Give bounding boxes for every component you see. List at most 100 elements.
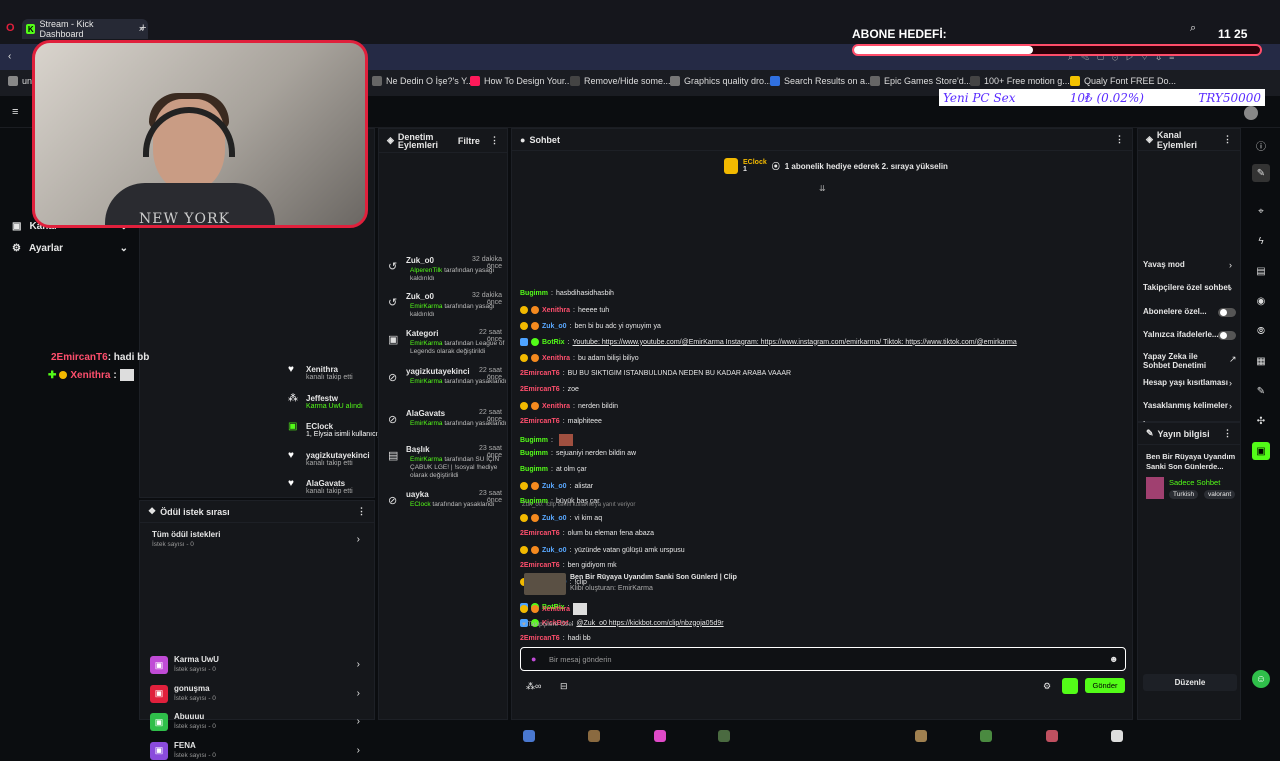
- bookmark-icon: [670, 76, 680, 86]
- chat-username[interactable]: 2EmircanT6: [520, 635, 560, 642]
- support-icon[interactable]: ☺: [1252, 670, 1270, 688]
- bookmark-item[interactable]: How To Design Your...: [470, 76, 572, 86]
- settings-icon[interactable]: ⚙: [1043, 681, 1051, 692]
- chat-username[interactable]: 2EmircanT6: [520, 562, 560, 569]
- reward-item[interactable]: ▣ gonuşma İstek sayısı - 0 ›: [150, 682, 362, 704]
- chat-username[interactable]: Zuk_o0: [542, 483, 567, 490]
- menu-icon[interactable]: ≡: [12, 106, 18, 118]
- channel-action-item[interactable]: Yavaş mod: [1143, 260, 1235, 269]
- bookmark-item[interactable]: Qualy Font FREE Do...: [1070, 76, 1176, 86]
- calendar-icon[interactable]: ▦: [1252, 352, 1270, 370]
- chat-username[interactable]: 2EmircanT6: [520, 418, 560, 425]
- emote-button[interactable]: [980, 730, 992, 742]
- filter-button[interactable]: Filtre: [458, 136, 480, 146]
- emoji-icon[interactable]: ☻: [1109, 654, 1118, 664]
- bookmark-item[interactable]: Search Results on a...: [770, 76, 873, 86]
- wrench-icon[interactable]: ✎: [1252, 382, 1270, 400]
- tag[interactable]: valorant: [1204, 490, 1236, 499]
- reward-item[interactable]: ▣ Abuuuu İstek sayısı - 0 ›: [150, 710, 362, 732]
- back-icon[interactable]: ‹: [8, 51, 11, 62]
- chat-text[interactable]: Youtube: https://www.youtube.com/@EmirKa…: [573, 339, 1017, 346]
- chat-username[interactable]: Xenithra: [542, 403, 570, 410]
- broadcast-icon[interactable]: ⦾: [1252, 322, 1270, 340]
- stream-category[interactable]: Sadece Sohbet: [1169, 478, 1220, 487]
- bookmark-item[interactable]: Ne Dedin O İşe?'s Y...: [372, 76, 473, 86]
- kick-app-icon[interactable]: ▣: [1252, 442, 1270, 460]
- target-icon[interactable]: ⌖: [1252, 202, 1270, 220]
- chat-input[interactable]: ● Bir mesaj gönderin ☻: [520, 647, 1126, 671]
- clip-preview-card[interactable]: Ben Bir Rüyaya Uyandım Sanki Son Günlerd…: [522, 570, 1122, 596]
- bookmark-item[interactable]: Epic Games Store'd...: [870, 76, 971, 86]
- new-tab-icon[interactable]: +: [140, 22, 146, 34]
- browser-tab[interactable]: K Stream - Kick Dashboard ×: [22, 19, 148, 39]
- reward-item[interactable]: ▣ FENA İstek sayısı - 0 ›: [150, 739, 362, 761]
- chat-username[interactable]: Xenithra: [542, 307, 570, 314]
- more-icon[interactable]: ⋮: [1223, 428, 1232, 439]
- emote-button[interactable]: [915, 730, 927, 742]
- mic-icon[interactable]: ●: [531, 654, 536, 664]
- channel-action-item[interactable]: Hesap yaşı kısıtlaması: [1143, 378, 1235, 387]
- more-icon[interactable]: ⋮: [357, 506, 366, 517]
- edit-button[interactable]: Düzenle: [1143, 674, 1237, 691]
- mod-action-item[interactable]: ↺ Zuk_o0 EmirKarma tarafından yasağı kal…: [386, 292, 502, 326]
- chat-username[interactable]: Bugimm: [520, 290, 548, 297]
- chat-username[interactable]: BotRix: [542, 339, 565, 346]
- emote-button[interactable]: [1111, 730, 1123, 742]
- toggle[interactable]: [1218, 308, 1236, 317]
- mod-action-item[interactable]: ▣ Kategori EmirKarma tarafından League o…: [386, 329, 504, 363]
- emote-button[interactable]: [1046, 730, 1058, 742]
- channel-action-item[interactable]: Takipçilere özel sohbet: [1143, 283, 1235, 292]
- more-icon[interactable]: ⋮: [1223, 134, 1232, 145]
- tag[interactable]: Turkish: [1169, 490, 1199, 499]
- clip-thumbnail: [524, 573, 566, 595]
- bookmark-item[interactable]: un: [8, 76, 32, 86]
- apps-icon[interactable]: ✣: [1252, 412, 1270, 430]
- chat-username[interactable]: Bugimm: [520, 450, 548, 457]
- chat-bubble-icon[interactable]: ◉: [1252, 292, 1270, 310]
- emote-button[interactable]: [718, 730, 730, 742]
- avatar[interactable]: [1244, 106, 1258, 120]
- notes-icon[interactable]: ▤: [1252, 262, 1270, 280]
- search-tabs-icon[interactable]: ⌕: [1190, 22, 1196, 35]
- mod-action-item[interactable]: ⊘ uayka EClock tarafından yasaklandı 23 …: [386, 490, 502, 524]
- opera-logo-icon[interactable]: O: [6, 22, 15, 34]
- more-icon[interactable]: ⋮: [490, 135, 499, 146]
- chat-username[interactable]: Xenithra: [542, 355, 570, 362]
- scroll-down-icon[interactable]: ⇊: [819, 184, 826, 193]
- info-icon[interactable]: ⓘ: [1252, 136, 1270, 154]
- gift-icon[interactable]: ⊟: [560, 681, 568, 692]
- bookmark-item[interactable]: 100+ Free motion g...: [970, 76, 1070, 86]
- chat-username[interactable]: 2EmircanT6: [520, 530, 560, 537]
- reward-item[interactable]: ▣ Karma UwU İstek sayısı - 0 ›: [150, 653, 362, 675]
- chat-username[interactable]: 2EmircanT6: [520, 370, 560, 377]
- chat-username[interactable]: Zuk_o0: [542, 323, 567, 330]
- send-button[interactable]: Gönder: [1085, 678, 1125, 693]
- nav-ayarlar[interactable]: ⚙ Ayarlar ⌄: [12, 243, 128, 254]
- reward-all-item[interactable]: Tüm ödül istekleri İstek sayısı - 0 ›: [150, 528, 362, 550]
- chat-username[interactable]: Zuk_o0: [542, 515, 567, 522]
- kick-icon[interactable]: [1062, 678, 1078, 694]
- emote-button[interactable]: [523, 730, 535, 742]
- edit-icon[interactable]: ✎: [1252, 164, 1270, 182]
- bookmark-item[interactable]: Remove/Hide some...: [570, 76, 671, 86]
- mod-action-item[interactable]: ▤ Başlık EmirKarma tarafından SU İÇİN ÇA…: [386, 445, 502, 479]
- toggle[interactable]: [1218, 331, 1236, 340]
- chat-username[interactable]: Zuk_o0: [542, 547, 567, 554]
- chat-username[interactable]: 2EmircanT6: [520, 386, 560, 393]
- emote-button[interactable]: [654, 730, 666, 742]
- mod-action-item[interactable]: ⊘ AlaGavats EmirKarma tarafından yasakla…: [386, 409, 506, 443]
- chat-username[interactable]: Bugimm: [520, 437, 548, 444]
- chat-text[interactable]: @Zuk_o0 https://kickbot.com/clip/nbzgoja…: [576, 620, 723, 627]
- bolt-icon[interactable]: ϟ: [1252, 232, 1270, 250]
- kick-bits-icon[interactable]: ⁂∞: [526, 681, 541, 692]
- mod-action-icon: ⊘: [388, 495, 398, 507]
- chat-username[interactable]: Bugimm: [520, 466, 548, 473]
- mod-action-item[interactable]: ↺ Zuk_o0 AlperenTilk tarafından yasağı k…: [386, 256, 502, 290]
- bookmark-icon: [372, 76, 382, 86]
- mod-action-item[interactable]: ⊘ yagizkutayekinci EmirKarma tarafından …: [386, 367, 506, 401]
- more-icon[interactable]: ⋮: [1115, 134, 1124, 145]
- channel-action-item[interactable]: Yapay Zeka ile Sohbet Denetimi: [1143, 352, 1223, 370]
- channel-action-item[interactable]: Yasaklanmış kelimeler: [1143, 401, 1235, 410]
- emote-button[interactable]: [588, 730, 600, 742]
- bookmark-item[interactable]: Graphics quality dro...: [670, 76, 772, 86]
